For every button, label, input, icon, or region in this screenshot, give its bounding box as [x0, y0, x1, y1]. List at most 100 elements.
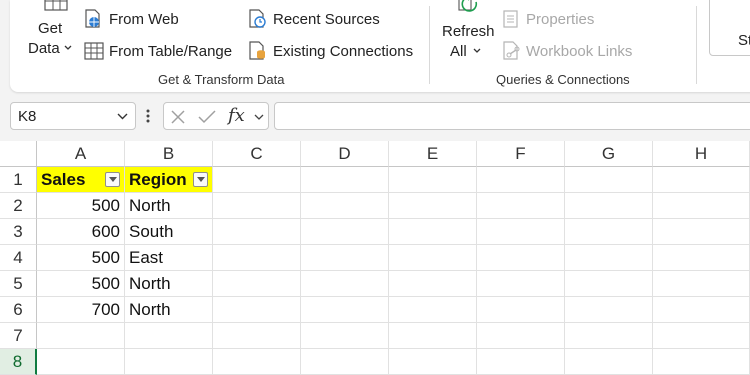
empty-cell[interactable]: [565, 297, 653, 323]
column-header-d[interactable]: D: [301, 141, 389, 167]
empty-cell[interactable]: [565, 193, 653, 219]
chevron-down-icon[interactable]: [254, 114, 264, 121]
empty-cell[interactable]: [653, 323, 750, 349]
empty-cell[interactable]: [213, 297, 301, 323]
empty-cell[interactable]: [389, 245, 477, 271]
empty-cell[interactable]: [477, 193, 565, 219]
insert-function-button[interactable]: fx: [228, 105, 245, 126]
empty-cell[interactable]: [477, 349, 565, 375]
empty-cell[interactable]: [301, 349, 389, 375]
formula-input[interactable]: [274, 102, 750, 130]
empty-cell[interactable]: [213, 323, 301, 349]
empty-cell[interactable]: [301, 219, 389, 245]
empty-cell[interactable]: [37, 349, 125, 375]
row-header-1[interactable]: 1: [0, 167, 37, 193]
partial-ribbon-button[interactable]: St: [709, 0, 750, 56]
recent-sources-button[interactable]: Recent Sources: [248, 8, 388, 32]
cell-sales[interactable]: 600: [37, 219, 125, 245]
empty-cell[interactable]: [477, 297, 565, 323]
empty-cell[interactable]: [37, 323, 125, 349]
empty-cell[interactable]: [301, 193, 389, 219]
column-header-b[interactable]: B: [125, 141, 213, 167]
empty-cell[interactable]: [389, 349, 477, 375]
empty-cell[interactable]: [477, 271, 565, 297]
empty-cell[interactable]: [653, 349, 750, 375]
column-header-h[interactable]: H: [653, 141, 750, 167]
get-data-button[interactable]: Get Data: [28, 0, 86, 62]
row-header-5[interactable]: 5: [0, 271, 37, 297]
empty-cell[interactable]: [653, 245, 750, 271]
empty-cell[interactable]: [301, 323, 389, 349]
empty-cell[interactable]: [213, 245, 301, 271]
empty-cell[interactable]: [653, 271, 750, 297]
row-header-7[interactable]: 7: [0, 323, 37, 349]
cell-region[interactable]: North: [125, 297, 213, 323]
empty-cell[interactable]: [301, 245, 389, 271]
empty-cell[interactable]: [389, 193, 477, 219]
empty-cell[interactable]: [213, 193, 301, 219]
name-box[interactable]: K8: [10, 102, 136, 130]
empty-cell[interactable]: [301, 271, 389, 297]
cancel-icon[interactable]: [170, 109, 186, 125]
empty-cell[interactable]: [301, 297, 389, 323]
refresh-all-button[interactable]: Refresh All: [438, 0, 498, 62]
existing-connections-button[interactable]: Existing Connections: [248, 40, 423, 64]
empty-cell[interactable]: [565, 349, 653, 375]
empty-cell[interactable]: [301, 167, 389, 193]
empty-cell[interactable]: [477, 245, 565, 271]
empty-cell[interactable]: [125, 349, 213, 375]
empty-cell[interactable]: [565, 271, 653, 297]
empty-cell[interactable]: [653, 297, 750, 323]
cell-sales[interactable]: 500: [37, 193, 125, 219]
filter-button-sales[interactable]: [105, 172, 120, 187]
empty-cell[interactable]: [389, 271, 477, 297]
select-all-corner[interactable]: [0, 141, 37, 167]
empty-cell[interactable]: [653, 167, 750, 193]
column-header-a[interactable]: A: [37, 141, 125, 167]
more-options-icon[interactable]: [145, 108, 151, 124]
column-header-g[interactable]: G: [565, 141, 653, 167]
column-header-f[interactable]: F: [477, 141, 565, 167]
cell-region[interactable]: North: [125, 271, 213, 297]
column-header-c[interactable]: C: [213, 141, 301, 167]
cell-region[interactable]: South: [125, 219, 213, 245]
header-cell-sales[interactable]: Sales: [37, 167, 125, 193]
row-header-4[interactable]: 4: [0, 245, 37, 271]
empty-cell[interactable]: [565, 245, 653, 271]
empty-cell[interactable]: [213, 349, 301, 375]
empty-cell[interactable]: [653, 193, 750, 219]
row-header-3[interactable]: 3: [0, 219, 37, 245]
chevron-down-icon[interactable]: [117, 113, 128, 120]
empty-cell[interactable]: [125, 323, 213, 349]
filter-button-region[interactable]: [193, 172, 208, 187]
empty-cell[interactable]: [565, 219, 653, 245]
cell-sales[interactable]: 700: [37, 297, 125, 323]
header-cell-region[interactable]: Region: [125, 167, 213, 193]
empty-cell[interactable]: [213, 271, 301, 297]
row-header-6[interactable]: 6: [0, 297, 37, 323]
empty-cell[interactable]: [389, 297, 477, 323]
empty-cell[interactable]: [213, 167, 301, 193]
empty-cell[interactable]: [389, 323, 477, 349]
empty-cell[interactable]: [565, 323, 653, 349]
empty-cell[interactable]: [653, 219, 750, 245]
cell-region[interactable]: East: [125, 245, 213, 271]
empty-cell[interactable]: [389, 167, 477, 193]
from-table-range-button[interactable]: From Table/Range: [84, 40, 244, 64]
empty-cell[interactable]: [477, 167, 565, 193]
row-header-2[interactable]: 2: [0, 193, 37, 219]
row-header-8[interactable]: 8: [0, 349, 37, 375]
empty-cell[interactable]: [389, 219, 477, 245]
cell-region[interactable]: North: [125, 193, 213, 219]
enter-check-icon[interactable]: [198, 109, 216, 125]
workbook-links-button[interactable]: Workbook Links: [502, 40, 652, 64]
from-web-button[interactable]: From Web: [84, 8, 194, 32]
cell-sales[interactable]: 500: [37, 245, 125, 271]
empty-cell[interactable]: [477, 323, 565, 349]
properties-button[interactable]: Properties: [502, 8, 612, 32]
empty-cell[interactable]: [565, 167, 653, 193]
column-header-e[interactable]: E: [389, 141, 477, 167]
cell-sales[interactable]: 500: [37, 271, 125, 297]
empty-cell[interactable]: [477, 219, 565, 245]
empty-cell[interactable]: [213, 219, 301, 245]
